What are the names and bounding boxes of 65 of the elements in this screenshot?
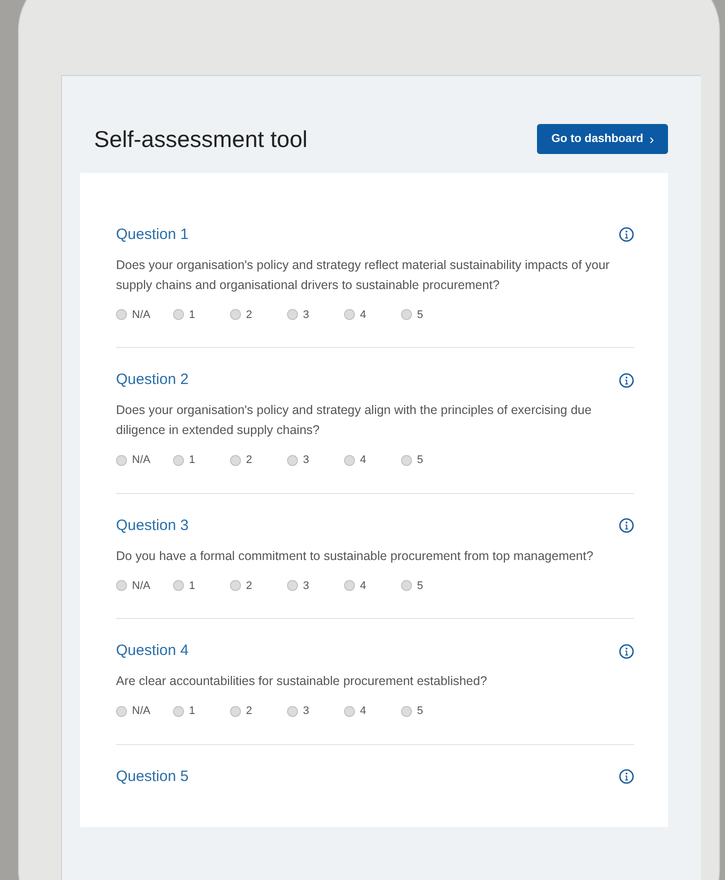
radio-button[interactable] <box>173 706 184 717</box>
radio-button[interactable] <box>173 309 184 320</box>
radio-button[interactable] <box>401 454 412 466</box>
radio-option[interactable]: 5 <box>401 578 438 594</box>
go-to-dashboard-button[interactable]: Go to dashboard › <box>537 124 668 154</box>
radio-button[interactable] <box>230 309 241 320</box>
question-text: Do you have a formal commitment to sustainable procurement from top management? <box>116 548 594 565</box>
info-icon[interactable] <box>619 372 634 388</box>
question-text: Does your organisation's policy and strategy reflect material sustainability impacts of your supply chains and organisational drivers to sustainable procurement? <box>116 256 611 294</box>
radio-button[interactable] <box>401 580 412 592</box>
question-title: Question 5 <box>116 766 189 786</box>
radio-button[interactable] <box>173 580 184 592</box>
radio-option[interactable]: 4 <box>344 703 381 720</box>
radio-option[interactable]: N/A <box>116 306 153 323</box>
radio-button[interactable] <box>401 309 412 320</box>
radio-button[interactable] <box>230 580 241 592</box>
radio-option[interactable]: 2 <box>230 578 267 594</box>
chevron-icon: › <box>649 128 654 150</box>
radio-button[interactable] <box>230 706 241 717</box>
radio-button[interactable] <box>287 706 298 717</box>
radio-button[interactable] <box>344 706 355 717</box>
radio-option[interactable]: 1 <box>173 703 210 720</box>
question-title: Question 4 <box>116 641 189 661</box>
radio-button[interactable] <box>116 706 127 717</box>
info-icon[interactable] <box>619 227 634 242</box>
radio-option[interactable]: 3 <box>287 306 324 323</box>
radio-button[interactable] <box>401 706 412 717</box>
radio-button[interactable] <box>116 454 127 466</box>
radio-button[interactable] <box>344 580 355 592</box>
radio-button[interactable] <box>230 454 241 466</box>
radio-option[interactable]: 1 <box>173 578 210 594</box>
question-text: Are clear accountabilities for sustainable procurement established? <box>116 673 488 690</box>
info-icon[interactable] <box>619 644 634 658</box>
radio-option[interactable]: 2 <box>230 703 267 720</box>
radio-option[interactable]: 4 <box>344 306 381 323</box>
radio-option[interactable]: 5 <box>401 452 438 468</box>
radio-option[interactable]: 2 <box>230 306 267 323</box>
radio-button[interactable] <box>173 454 184 466</box>
radio-option[interactable]: 4 <box>344 452 381 468</box>
question-title: Question 2 <box>116 370 189 390</box>
radio-button[interactable] <box>344 454 355 466</box>
radio-option[interactable]: N/A <box>116 452 153 468</box>
question-title: Question 1 <box>116 224 189 244</box>
question-text: Does your organisation's policy and strategy align with the principles of exercising due diligence in extended supply chains? <box>116 402 593 439</box>
radio-button[interactable] <box>287 309 298 320</box>
radio-button[interactable] <box>116 309 127 320</box>
radio-button[interactable] <box>287 454 298 466</box>
radio-option[interactable]: 4 <box>344 578 381 594</box>
radio-option[interactable]: N/A <box>116 703 153 720</box>
page-title: Self-assessment tool <box>94 125 308 154</box>
radio-option[interactable]: 5 <box>401 703 438 720</box>
radio-button[interactable] <box>287 580 298 592</box>
radio-option[interactable]: 3 <box>287 452 324 468</box>
info-icon[interactable] <box>619 518 634 533</box>
radio-option[interactable]: N/A <box>116 578 153 594</box>
radio-option[interactable]: 5 <box>401 306 438 323</box>
info-icon[interactable] <box>619 769 634 784</box>
radio-option[interactable]: 3 <box>287 578 324 594</box>
question-title: Question 3 <box>116 516 189 536</box>
radio-option[interactable]: 3 <box>287 703 324 720</box>
radio-option[interactable]: 1 <box>173 452 210 468</box>
radio-button[interactable] <box>344 309 355 320</box>
radio-button[interactable] <box>116 580 127 592</box>
radio-option[interactable]: 1 <box>173 306 210 323</box>
radio-option[interactable]: 2 <box>230 452 267 468</box>
